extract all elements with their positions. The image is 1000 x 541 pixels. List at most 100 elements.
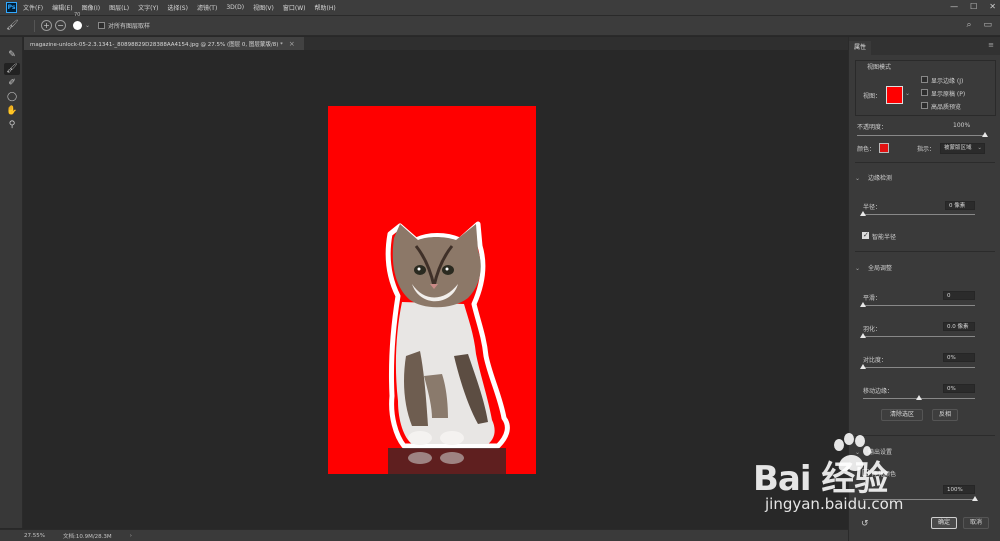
decontaminate-label: 净化颜色 (872, 471, 897, 478)
show-original-checkbox[interactable] (921, 89, 928, 96)
subtract-from-selection-icon[interactable]: − (55, 20, 66, 31)
feather-field[interactable]: 0.0 像素 (943, 322, 975, 331)
amount-slider-track[interactable] (863, 499, 975, 500)
shift-edge-field[interactable]: 0% (943, 384, 975, 393)
section-divider (855, 251, 995, 252)
section-divider (855, 435, 995, 436)
brush-tool-icon[interactable]: ✐ (4, 77, 20, 89)
menu-bar: Ps 文件(F) 编辑(E) 图像(I) 图层(L) 文字(Y) 选择(S) 滤… (0, 0, 1000, 16)
menu-file[interactable]: 文件(F) (23, 3, 43, 12)
contrast-slider-track[interactable] (863, 367, 975, 368)
window-controls: — ☐ ✕ (950, 2, 996, 11)
photoshop-logo: Ps (6, 2, 17, 13)
view-mode-thumbnail[interactable] (886, 86, 903, 104)
cat-photo (385, 221, 510, 474)
shift-edge-slider-thumb[interactable] (916, 395, 922, 400)
contrast-label: 对比度： (863, 357, 888, 364)
refine-brush-icon[interactable]: 🖌 (6, 19, 28, 33)
chevron-down-icon: ⌄ (855, 175, 861, 182)
menu-help[interactable]: 帮助(H) (315, 3, 336, 12)
workspace-icon[interactable]: ▭ (983, 20, 992, 30)
menu-window[interactable]: 窗口(W) (283, 3, 306, 12)
smooth-field[interactable]: 0 (943, 291, 975, 300)
menu-image[interactable]: 图像(I) (82, 3, 100, 12)
menu-filter[interactable]: 滤镜(T) (197, 3, 217, 12)
indicator-select[interactable]: 被蒙版区域 ⌄ (940, 143, 985, 154)
hq-preview-checkbox[interactable] (921, 102, 928, 109)
smooth-slider-track[interactable] (863, 305, 975, 306)
edge-detection-title: 边缘检测 (868, 175, 893, 182)
zoom-level[interactable]: 27.55% (24, 533, 45, 539)
global-refine-header[interactable]: ⌄ 全局调整 (855, 263, 892, 272)
menu-layer[interactable]: 图层(L) (109, 3, 129, 12)
zoom-tool-icon[interactable]: ⚲ (4, 119, 20, 131)
radius-field[interactable]: 0 像素 (945, 201, 975, 210)
show-original-option[interactable]: 显示原稿 (P) (921, 89, 965, 98)
reset-icon[interactable]: ↺ (861, 519, 869, 529)
radius-slider-track[interactable] (863, 214, 975, 215)
opacity-slider-thumb[interactable] (982, 132, 988, 137)
brush-size-chevron-down-icon[interactable]: ⌄ (85, 22, 90, 29)
feather-slider-thumb[interactable] (860, 333, 866, 338)
document-tab[interactable]: magazine-unlock-05-2.3.1341-_80898829D28… (24, 37, 304, 50)
decontaminate-checkbox[interactable] (862, 469, 869, 476)
invert-button[interactable]: 反相 (932, 409, 958, 421)
menu-edit[interactable]: 编辑(E) (52, 3, 72, 12)
tab-strip (304, 37, 848, 50)
radius-slider-thumb[interactable] (860, 211, 866, 216)
contrast-field[interactable]: 0% (943, 353, 975, 362)
ok-button[interactable]: 确定 (931, 517, 957, 529)
maximize-button[interactable]: ☐ (970, 2, 977, 11)
menu-type[interactable]: 文字(Y) (138, 3, 158, 12)
search-icon[interactable]: ⌕ (966, 20, 971, 30)
lasso-tool-icon[interactable]: ◯ (4, 91, 20, 103)
hand-tool-icon[interactable]: ✋ (4, 105, 20, 117)
hq-preview-label: 高品质预览 (931, 104, 962, 111)
close-window-button[interactable]: ✕ (989, 2, 996, 11)
document-image[interactable] (328, 106, 536, 474)
view-mode-chevron-down-icon[interactable]: ⌄ (905, 90, 910, 97)
hq-preview-option[interactable]: 高品质预览 (921, 102, 961, 111)
indicator-value: 被蒙版区域 (944, 145, 972, 151)
menu-select[interactable]: 选择(S) (167, 3, 188, 12)
minimize-button[interactable]: — (950, 2, 958, 11)
tab-properties[interactable]: 属性 (849, 41, 872, 55)
status-menu-arrow-icon[interactable]: › (130, 533, 132, 539)
indicator-label: 指示： (917, 146, 936, 153)
show-edge-checkbox[interactable] (921, 76, 928, 83)
smart-radius-label: 智能半径 (872, 234, 897, 241)
smart-radius-option[interactable]: 智能半径 (862, 231, 897, 241)
opacity-slider-track[interactable] (857, 135, 985, 136)
options-divider (34, 19, 35, 32)
opacity-value[interactable]: 100% (953, 122, 970, 129)
output-settings-header[interactable]: ⌄ 输出设置 (855, 447, 892, 456)
options-bar: 🖌 + − ⌄ 对所有图层取样 ⌕ ▭ (0, 16, 1000, 36)
panel-menu-icon[interactable]: ≡ (988, 41, 994, 49)
amount-slider-thumb[interactable] (972, 496, 978, 501)
canvas-area[interactable] (24, 50, 848, 529)
smooth-label: 平滑： (863, 295, 882, 302)
close-tab-icon[interactable]: × (289, 40, 295, 48)
menu-3d[interactable]: 3D(D) (226, 4, 244, 11)
menu-view[interactable]: 视图(V) (253, 3, 274, 12)
decontaminate-option[interactable]: 净化颜色 (862, 469, 896, 478)
show-edge-option[interactable]: 显示边缘 (J) (921, 76, 963, 85)
options-right-icons: ⌕ ▭ (966, 20, 992, 30)
refine-edge-brush-tool-icon[interactable]: 🖌 (4, 63, 20, 75)
cancel-button[interactable]: 取消 (963, 517, 989, 529)
add-to-selection-icon[interactable]: + (41, 20, 52, 31)
feather-slider-track[interactable] (863, 336, 975, 337)
smooth-slider-thumb[interactable] (860, 302, 866, 307)
opacity-label: 不透明度： (857, 124, 888, 131)
sample-all-layers-checkbox[interactable] (98, 22, 106, 29)
chevron-down-icon: ⌄ (855, 449, 861, 456)
amount-field[interactable]: 100% (943, 485, 975, 494)
overlay-color-swatch[interactable] (879, 143, 889, 153)
edge-detection-header[interactable]: ⌄ 边缘检测 (855, 173, 892, 182)
brush-size-preview-icon[interactable] (73, 21, 82, 30)
sample-all-layers-option[interactable]: 对所有图层取样 (98, 21, 150, 30)
quick-selection-tool-icon[interactable]: ✎ (4, 49, 20, 61)
contrast-slider-thumb[interactable] (860, 364, 866, 369)
clear-selection-button[interactable]: 清除选区 (881, 409, 923, 421)
smart-radius-checkbox[interactable] (862, 231, 869, 239)
